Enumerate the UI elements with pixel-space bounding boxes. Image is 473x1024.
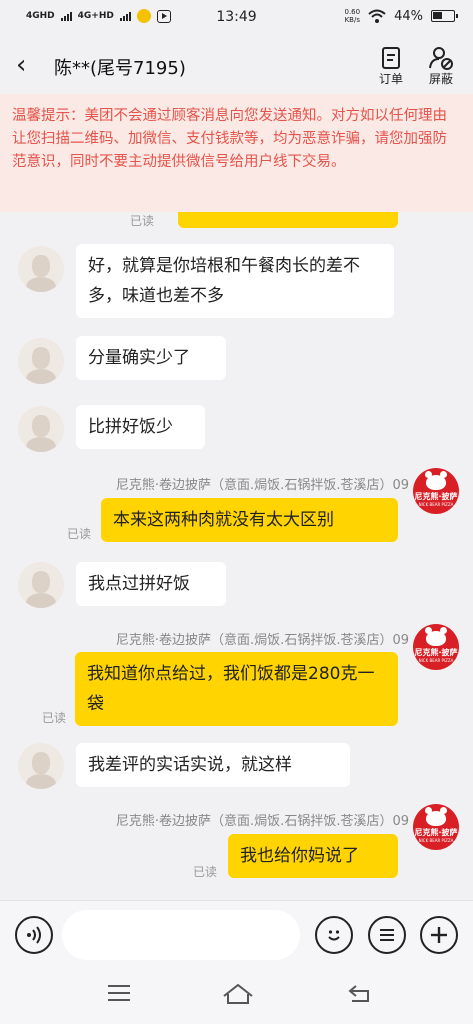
system-nav-bar xyxy=(0,968,473,1024)
network-speed: 0.60 KB/s xyxy=(345,8,361,24)
read-status: 已读 xyxy=(67,527,92,541)
back-nav-button[interactable] xyxy=(346,982,374,1010)
status-bar: 4GHD 4G+HD 13:49 0.60 KB/s 44% xyxy=(0,0,473,36)
customer-avatar[interactable] xyxy=(18,338,64,384)
security-notice: 温馨提示：美团不会通过顾客消息向您发送通知。对方如以任何理由让您扫描二维码、加微… xyxy=(0,94,473,212)
outgoing-message[interactable]: 本来这两种肉就没有太大区别 xyxy=(101,498,398,542)
incoming-message[interactable]: 分量确实少了 xyxy=(76,336,226,380)
message-list[interactable]: 已读 好，就算是你培根和午餐肉长的差不多，味道也差不多 分量确实少了 比拼好饭少… xyxy=(0,212,473,900)
battery-percent: 44% xyxy=(394,8,423,24)
emoji-button[interactable] xyxy=(315,916,353,954)
order-label: 订单 xyxy=(378,72,403,86)
voice-input-button[interactable] xyxy=(15,916,53,954)
incoming-message[interactable]: 我差评的实话实说，就这样 xyxy=(76,743,350,787)
block-label: 屏蔽 xyxy=(428,72,453,86)
customer-avatar[interactable] xyxy=(18,406,64,452)
shop-name: 尼克熊·卷边披萨（意面.焗饭.石锅拌饭.苍溪店）09 xyxy=(115,478,409,493)
wifi-icon xyxy=(368,9,386,23)
smiley-icon xyxy=(328,930,340,941)
speed-value: 0.60 xyxy=(344,8,361,16)
order-icon xyxy=(382,47,400,69)
bear-logo-icon xyxy=(425,627,447,646)
shop-logo[interactable]: 尼克熊·披萨 NICK BEAR PIZZA xyxy=(413,624,459,670)
message-input[interactable] xyxy=(62,910,300,960)
chat-header: ‹ 陈**(尾号7195) 订单 屏蔽 xyxy=(0,36,473,94)
customer-avatar[interactable] xyxy=(18,743,64,789)
quick-reply-button[interactable] xyxy=(368,916,406,954)
home-nav-button[interactable] xyxy=(222,982,254,1012)
block-button[interactable]: 屏蔽 xyxy=(421,46,461,87)
outgoing-message[interactable]: 我也给你妈说了 xyxy=(228,834,398,878)
battery-icon xyxy=(431,10,458,22)
menu-icon xyxy=(108,985,130,1001)
bear-logo-icon xyxy=(425,807,447,826)
read-status: 已读 xyxy=(42,711,67,725)
read-status: 已读 xyxy=(193,865,218,879)
order-button[interactable]: 订单 xyxy=(371,46,411,87)
list-icon xyxy=(380,929,394,941)
plus-icon xyxy=(431,927,447,943)
customer-avatar[interactable] xyxy=(18,562,64,608)
more-options-button[interactable] xyxy=(420,916,458,954)
shop-name: 尼克熊·卷边披萨（意面.焗饭.石锅拌饭.苍溪店）09 xyxy=(115,633,409,648)
status-right: 0.60 KB/s 44% xyxy=(345,8,458,24)
speed-unit: KB/s xyxy=(344,16,360,24)
incoming-message[interactable]: 我点过拼好饭 xyxy=(76,562,226,606)
outgoing-message[interactable]: 我知道你点给过，我们饭都是280克一袋 xyxy=(75,652,398,726)
shop-logo[interactable]: 尼克熊·披萨 NICK BEAR PIZZA xyxy=(413,804,459,850)
incoming-message[interactable]: 好，就算是你培根和午餐肉长的差不多，味道也差不多 xyxy=(76,244,394,318)
shop-logo[interactable]: 尼克熊·披萨 NICK BEAR PIZZA xyxy=(413,468,459,514)
back-button[interactable]: ‹ xyxy=(16,52,36,78)
customer-avatar[interactable] xyxy=(18,246,64,292)
block-user-icon xyxy=(429,47,453,70)
input-bar xyxy=(0,900,473,968)
voice-icon xyxy=(27,926,41,944)
partial-message-bubble xyxy=(178,212,398,228)
read-status: 已读 xyxy=(130,214,155,228)
shop-name: 尼克熊·卷边披萨（意面.焗饭.石锅拌饭.苍溪店）09 xyxy=(115,814,409,829)
home-icon xyxy=(223,983,253,1004)
page-title: 陈**(尾号7195) xyxy=(54,58,186,79)
return-icon xyxy=(348,985,369,1002)
incoming-message[interactable]: 比拼好饭少 xyxy=(76,405,205,449)
bear-logo-icon xyxy=(425,471,447,490)
menu-nav-button[interactable] xyxy=(106,982,132,1010)
